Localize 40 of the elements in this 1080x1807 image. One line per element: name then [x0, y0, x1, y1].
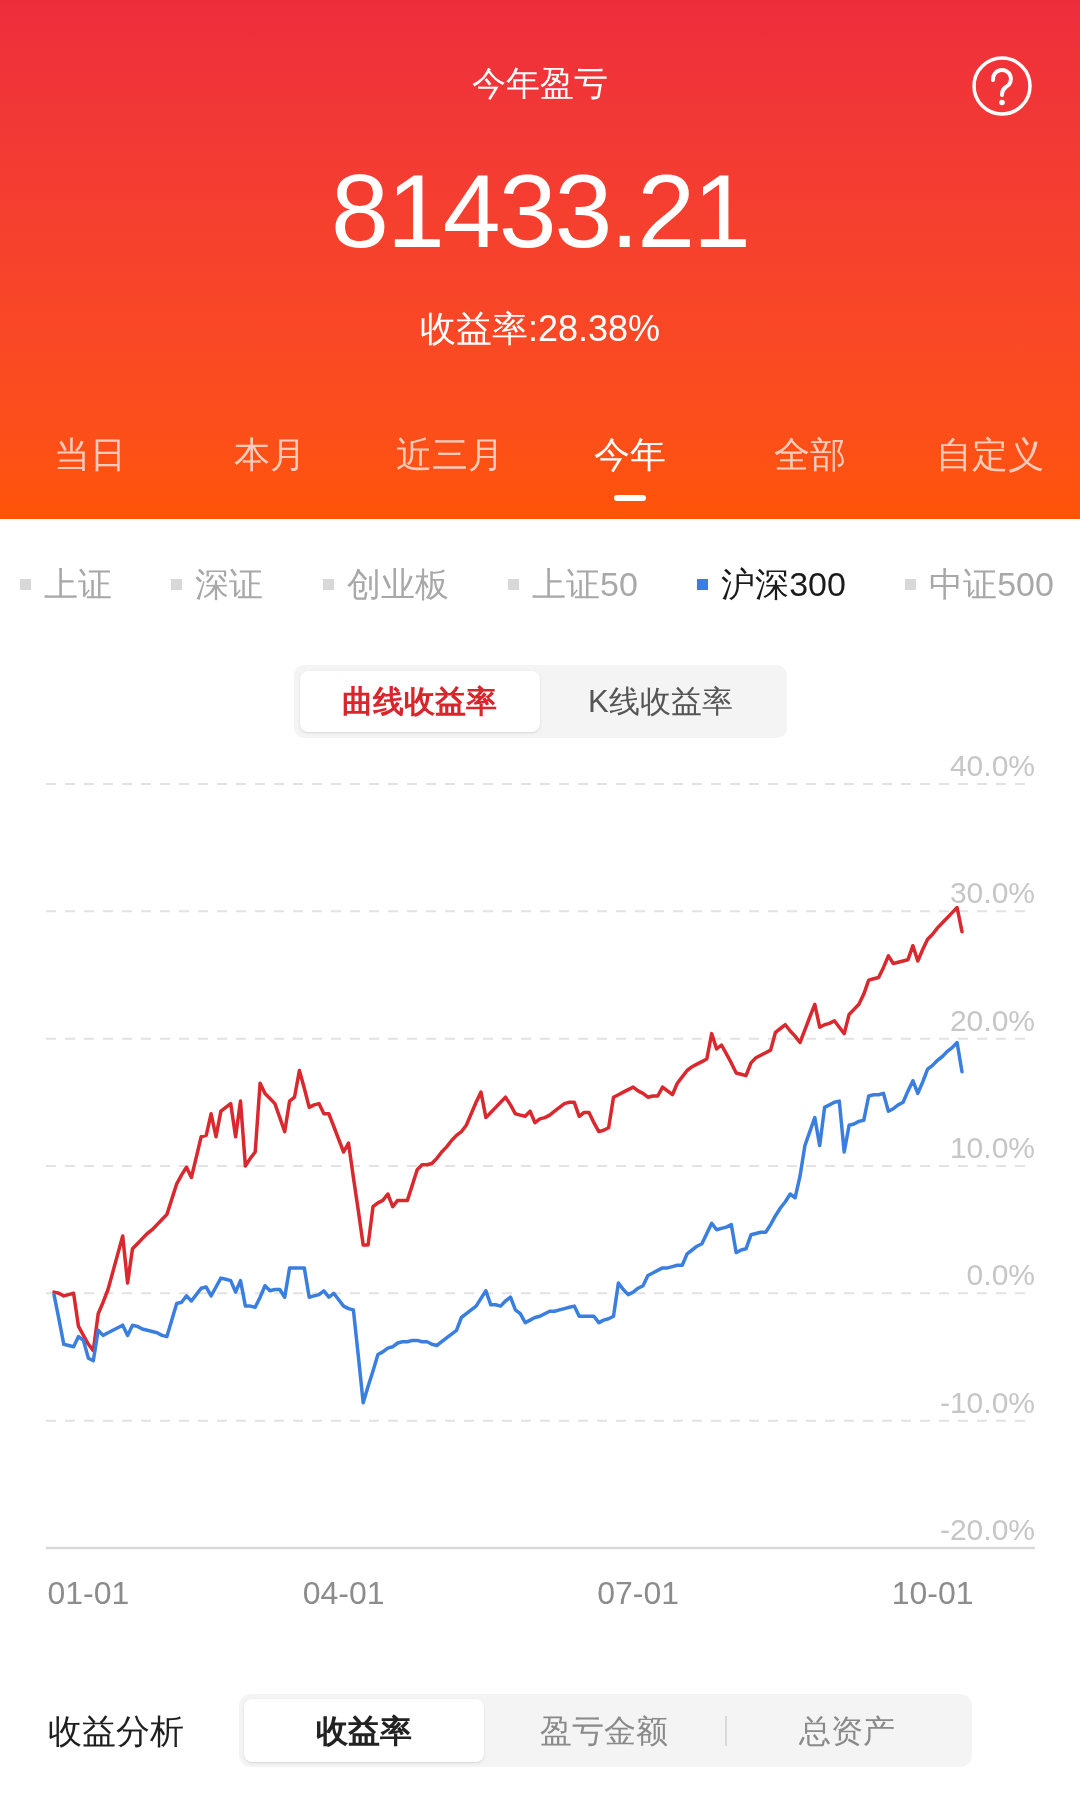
tab-underline: [614, 495, 646, 501]
period-tab[interactable]: 自定义: [936, 433, 1044, 477]
analysis-tab[interactable]: 收益率: [244, 1699, 485, 1762]
y-axis-label: -20.0%: [939, 1513, 1035, 1546]
x-axis-label: 01-01: [47, 1575, 130, 1611]
y-axis-label: -10.0%: [939, 1385, 1035, 1419]
analysis-tab[interactable]: 总资产: [726, 1699, 967, 1762]
page-title: 今年盈亏: [472, 63, 608, 103]
y-axis-label: 40.0%: [949, 749, 1035, 782]
square-marker-icon: [905, 578, 917, 590]
analysis-tab[interactable]: 盈亏金额: [484, 1699, 725, 1762]
x-axis-label: 10-01: [891, 1575, 974, 1611]
square-marker-icon: [20, 578, 31, 590]
period-tab[interactable]: 今年: [594, 433, 666, 477]
square-marker-icon: [171, 578, 183, 590]
index-legend-item[interactable]: 创业板: [322, 564, 449, 604]
index-legend-item[interactable]: 深证: [171, 564, 264, 604]
square-marker-icon: [508, 578, 519, 590]
period-tab[interactable]: 近三月: [396, 433, 504, 477]
period-tab[interactable]: 全部: [774, 433, 846, 477]
period-tab[interactable]: 当日: [54, 433, 126, 477]
y-axis-label: 20.0%: [949, 1003, 1035, 1037]
y-axis-label: 0.0%: [966, 1258, 1035, 1292]
return-rate: 收益率:28.38%: [419, 309, 661, 349]
y-axis-label: 30.0%: [949, 876, 1035, 910]
index-legend-item[interactable]: 上证50: [508, 564, 638, 604]
chart-mode-tab[interactable]: K线收益率: [540, 671, 781, 732]
index-legend-item[interactable]: 中证500: [905, 564, 1054, 604]
x-axis-label: 07-01: [597, 1575, 679, 1611]
section-title: 收益分析: [48, 1710, 184, 1751]
profit-amount: 81433.21: [331, 156, 749, 266]
index-legend-item[interactable]: 上证: [20, 564, 112, 604]
square-marker-icon: [322, 578, 334, 590]
index-legend-item[interactable]: 沪深300: [697, 564, 846, 604]
square-marker-icon: [697, 578, 709, 590]
x-axis-label: 04-01: [302, 1575, 385, 1611]
chart-mode-tab[interactable]: 曲线收益率: [299, 671, 540, 732]
y-axis-label: 10.0%: [949, 1131, 1035, 1164]
help-icon[interactable]: [972, 56, 1032, 116]
period-tab[interactable]: 本月: [234, 433, 306, 477]
